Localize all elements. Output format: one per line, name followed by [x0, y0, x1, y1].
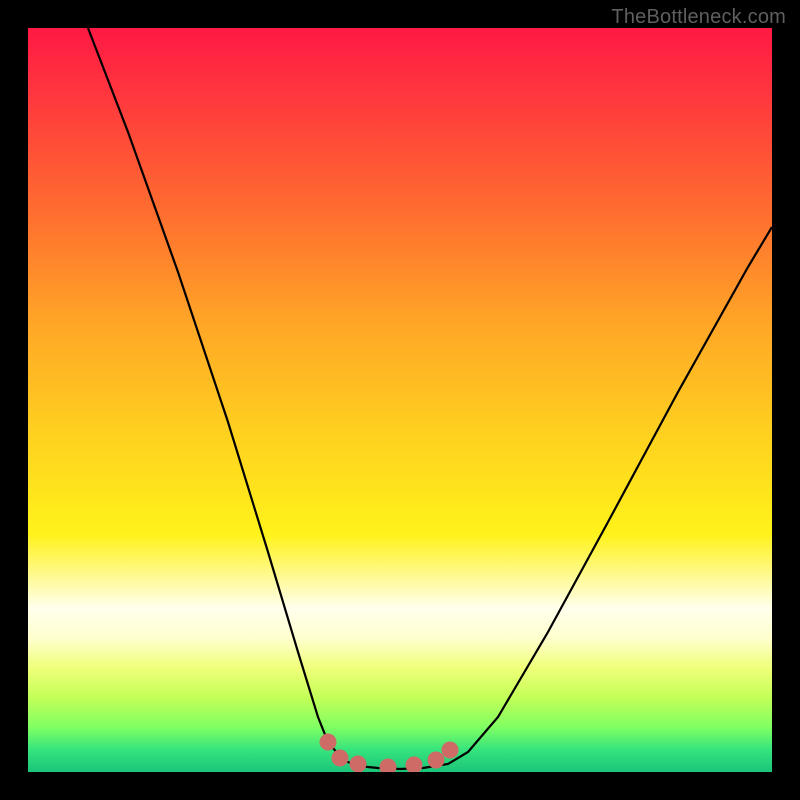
trough-dot [332, 750, 349, 767]
trough-dot [428, 752, 445, 769]
trough-dot [380, 759, 397, 773]
bottleneck-curve-path [88, 28, 772, 769]
trough-dot [442, 742, 459, 759]
trough-dot [350, 756, 367, 773]
watermark-text: TheBottleneck.com [611, 6, 786, 29]
trough-dot [406, 757, 423, 773]
trough-dot [320, 734, 337, 751]
chart-area [28, 28, 772, 772]
trough-dots-group [320, 734, 459, 773]
bottleneck-curve-svg [28, 28, 772, 772]
